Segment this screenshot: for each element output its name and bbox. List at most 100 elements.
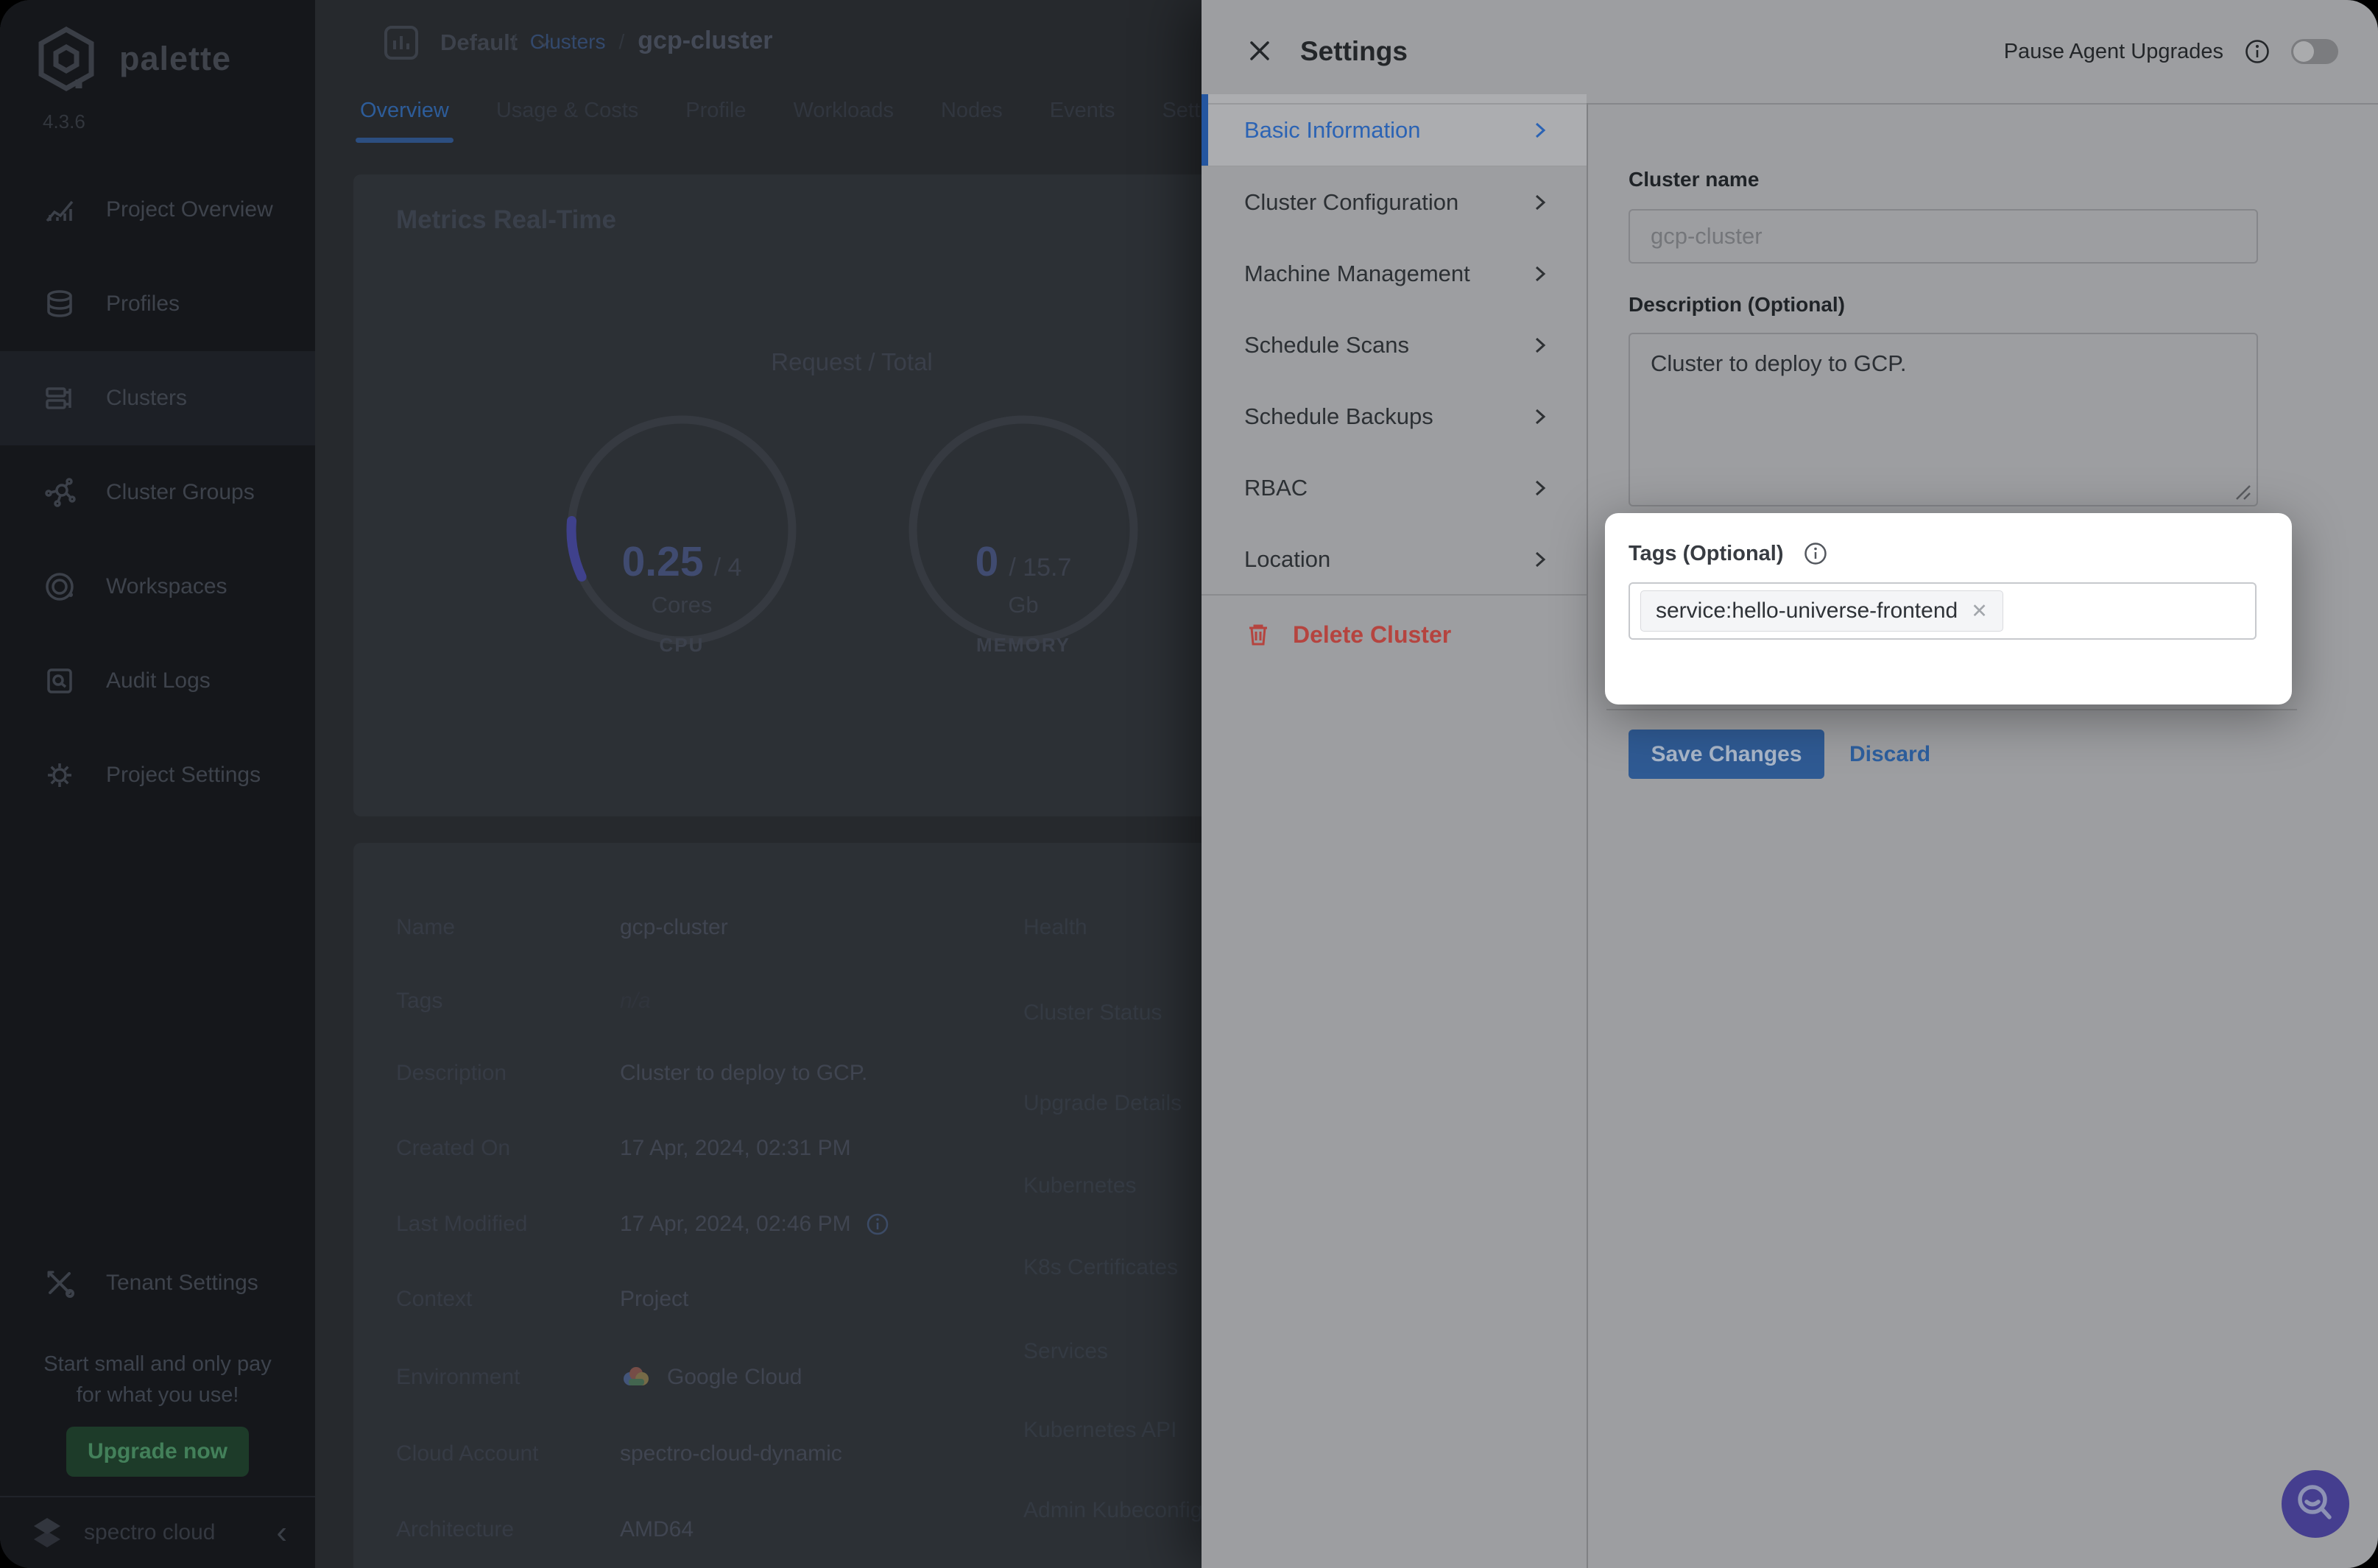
tab-events[interactable]: Events: [1050, 77, 1115, 144]
brand-name: spectro cloud: [84, 1520, 215, 1545]
settings-nav-schedule-scans[interactable]: Schedule Scans: [1202, 309, 1587, 381]
status-label: Services: [1023, 1335, 1108, 1368]
upgrade-promo-text: Start small and only pay for what you us…: [0, 1349, 315, 1410]
detail-row: Last Modified 17 Apr, 2024, 02:46 PM: [353, 1208, 1237, 1240]
brand-bar: spectro cloud ‹: [0, 1496, 315, 1568]
detail-row: ContextProject: [353, 1283, 1237, 1316]
pause-agent-upgrades-label: Pause Agent Upgrades: [2004, 40, 2223, 64]
chevron-right-icon: [1529, 549, 1550, 570]
sidebar-item-label: Tenant Settings: [106, 1271, 258, 1296]
spectro-cloud-logo-icon: [28, 1514, 66, 1552]
tools-icon: [43, 1266, 77, 1300]
sidebar-nav: Project Overview Profiles: [0, 163, 315, 822]
sidebar-item-audit-logs[interactable]: Audit Logs: [0, 634, 315, 728]
trash-icon: [1244, 621, 1272, 649]
delete-cluster-button[interactable]: Delete Cluster: [1202, 605, 1629, 664]
status-label: Upgrade Details: [1023, 1087, 1182, 1120]
chevron-right-icon: [1529, 478, 1550, 498]
app-version: 4.3.6: [43, 110, 85, 133]
sidebar-item-project-overview[interactable]: Project Overview: [0, 163, 315, 257]
sidebar-item-clusters[interactable]: Clusters: [0, 351, 315, 445]
palette-logo-icon: [32, 25, 100, 93]
cpu-caption: CPU: [534, 634, 829, 657]
nav-divider: [1202, 594, 1587, 596]
info-icon[interactable]: [2244, 38, 2271, 65]
memory-unit: Gb: [876, 592, 1171, 618]
description-textarea[interactable]: Cluster to deploy to GCP.: [1629, 333, 2258, 506]
collapse-sidebar-icon[interactable]: ‹: [276, 1516, 287, 1549]
sidebar-item-label: Project Settings: [106, 763, 261, 788]
pause-agent-upgrades: Pause Agent Upgrades: [2004, 0, 2338, 103]
cpu-value: 0.25/ 4: [534, 537, 829, 586]
sidebar-item-tenant-settings[interactable]: Tenant Settings: [0, 1243, 358, 1324]
form-divider: [1606, 709, 2297, 710]
metrics-subtitle: Request / Total: [719, 348, 984, 376]
google-cloud-icon: [620, 1364, 652, 1391]
settings-nav-machine-management[interactable]: Machine Management: [1202, 238, 1587, 309]
discard-button[interactable]: Discard: [1849, 730, 1930, 779]
info-icon[interactable]: [866, 1212, 889, 1236]
detail-row: Namegcp-cluster: [353, 911, 1237, 944]
chevron-right-icon: [1529, 192, 1550, 213]
sidebar-item-project-settings[interactable]: Project Settings: [0, 728, 315, 822]
settings-nav-rbac[interactable]: RBAC: [1202, 452, 1587, 523]
workspaces-icon: [43, 570, 77, 604]
tab-usage-costs[interactable]: Usage & Costs: [496, 77, 638, 144]
resize-handle-icon[interactable]: [2231, 480, 2253, 502]
tags-label: Tags (Optional): [1629, 542, 1784, 566]
breadcrumb-separator: /: [618, 30, 624, 54]
info-icon[interactable]: [1803, 541, 1828, 566]
sidebar-item-cluster-groups[interactable]: Cluster Groups: [0, 445, 315, 540]
metrics-title: Metrics Real-Time: [396, 205, 616, 235]
pause-agent-upgrades-toggle[interactable]: [2291, 39, 2338, 64]
tab-overview[interactable]: Overview: [360, 77, 449, 144]
settings-nav: Basic Information Cluster Configuration …: [1202, 94, 1587, 595]
cluster-tabs: Overview Usage & Costs Profile Workloads…: [360, 77, 1239, 144]
settings-nav-location[interactable]: Location: [1202, 523, 1587, 595]
description-label: Description (Optional): [1629, 293, 1845, 317]
settings-drawer: Settings Pause Agent Upgrades Basic Info…: [1202, 0, 2378, 1568]
memory-value: 0/ 15.7: [876, 537, 1171, 586]
breadcrumb-separator: /: [511, 30, 517, 54]
tab-nodes[interactable]: Nodes: [941, 77, 1003, 144]
settings-nav-cluster-configuration[interactable]: Cluster Configuration: [1202, 166, 1587, 238]
gear-icon: [43, 758, 77, 792]
save-changes-button[interactable]: Save Changes: [1629, 730, 1824, 779]
close-icon[interactable]: [1243, 34, 1277, 68]
chart-icon: [43, 193, 77, 227]
chevron-right-icon: [1529, 264, 1550, 284]
settings-nav-schedule-backups[interactable]: Schedule Backups: [1202, 381, 1587, 452]
magnifier-smile-icon: [2290, 1479, 2340, 1529]
detail-row: DescriptionCluster to deploy to GCP.: [353, 1057, 1237, 1090]
breadcrumb-clusters-link[interactable]: Clusters: [530, 30, 606, 54]
chevron-right-icon: [1529, 335, 1550, 356]
sidebar-item-workspaces[interactable]: Workspaces: [0, 540, 315, 634]
status-label: Cluster Status: [1023, 997, 1162, 1029]
drawer-title: Settings: [1300, 0, 1408, 103]
tags-input[interactable]: service:hello-universe-frontend ✕: [1629, 582, 2257, 640]
upgrade-now-button[interactable]: Upgrade now: [66, 1427, 249, 1477]
sidebar-item-label: Workspaces: [106, 574, 227, 599]
status-label: Health: [1023, 911, 1087, 944]
drawer-divider: [1587, 103, 1588, 1568]
remove-tag-icon[interactable]: ✕: [1971, 600, 1988, 623]
sidebar-item-label: Audit Logs: [106, 668, 211, 693]
cluster-name-input[interactable]: [1629, 209, 2258, 264]
breadcrumb-current: gcp-cluster: [638, 27, 772, 55]
cpu-unit: Cores: [534, 592, 829, 618]
status-label: K8s Certificates: [1023, 1251, 1178, 1284]
help-search-fab[interactable]: [2282, 1470, 2349, 1538]
palette-logo: palette: [32, 25, 231, 93]
audit-log-icon: [43, 664, 77, 698]
sidebar-item-label: Cluster Groups: [106, 480, 255, 505]
tab-workloads[interactable]: Workloads: [793, 77, 893, 144]
tags-spotlight-card: Tags (Optional) service:hello-universe-f…: [1605, 513, 2292, 704]
app-window: palette 4.3.6 Project Overview: [0, 0, 2378, 1568]
status-label: Kubernetes: [1023, 1170, 1136, 1202]
sidebar-item-profiles[interactable]: Profiles: [0, 257, 315, 351]
chevron-right-icon: [1529, 120, 1550, 141]
layers-icon: [43, 287, 77, 321]
memory-caption: MEMORY: [876, 634, 1171, 657]
settings-nav-basic-information[interactable]: Basic Information: [1202, 94, 1587, 166]
tab-profile[interactable]: Profile: [685, 77, 746, 144]
